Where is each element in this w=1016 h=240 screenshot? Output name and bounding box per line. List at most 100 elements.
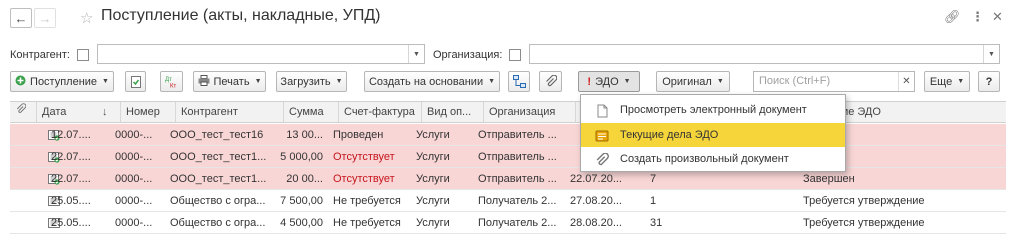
cell-sum: 4 500,00 bbox=[280, 217, 323, 229]
cell-op-type: Услуги bbox=[416, 217, 450, 229]
paperclip-icon bbox=[16, 103, 27, 113]
post-document-button[interactable] bbox=[125, 71, 146, 92]
receipt-button[interactable]: Поступление ▼ bbox=[10, 71, 114, 92]
structure-icon bbox=[512, 75, 526, 88]
cell-sum: 20 00... bbox=[286, 173, 323, 185]
chevron-down-icon[interactable]: ▼ bbox=[408, 45, 424, 63]
counterparty-field[interactable]: ▼ bbox=[97, 44, 425, 64]
original-button[interactable]: Оригинал ▼ bbox=[656, 71, 730, 92]
cell-sum: 5 000,00 bbox=[280, 151, 323, 163]
link-icon[interactable]: 🔗︎ bbox=[944, 9, 961, 25]
star-icon[interactable]: ☆ bbox=[80, 9, 93, 27]
cell-counterparty: ООО_тест_тест1... bbox=[170, 151, 267, 163]
dt-kt-button[interactable]: Дт Кт bbox=[160, 71, 183, 92]
column-counterparty[interactable]: Контрагент bbox=[175, 102, 283, 122]
chevron-down-icon: ▼ bbox=[623, 78, 631, 85]
cell-counterparty: ООО_тест_тест16 bbox=[170, 129, 264, 141]
edo-dropdown-menu: Просмотреть электронный документ Текущие… bbox=[580, 94, 846, 172]
attach-file-button[interactable] bbox=[539, 71, 562, 92]
cell-counterparty: Общество с огра... bbox=[170, 217, 266, 229]
plus-icon bbox=[15, 75, 26, 89]
column-sum[interactable]: Сумма bbox=[283, 102, 338, 122]
cell-date: 25.05.... bbox=[51, 217, 91, 229]
cell-invoice: Не требуется bbox=[333, 195, 401, 207]
load-button[interactable]: Загрузить ▼ bbox=[276, 71, 347, 92]
edo-button[interactable]: ! ЭДО ▼ bbox=[578, 71, 640, 92]
table-row[interactable]: 25.05.... 0000-... Общество с огра... 7 500… bbox=[10, 190, 1006, 212]
cell-organization: Отправитель ... bbox=[478, 173, 557, 185]
chevron-down-icon: ▼ bbox=[102, 78, 109, 85]
printer-icon bbox=[198, 74, 210, 89]
cell-organization: Отправитель ... bbox=[478, 129, 557, 141]
cell-count: 31 bbox=[650, 217, 663, 229]
chevron-down-icon: ▼ bbox=[335, 78, 343, 85]
close-icon[interactable]: ✕ bbox=[992, 9, 1003, 25]
cell-sum: 13 00... bbox=[286, 129, 323, 141]
organization-filter-checkbox[interactable] bbox=[509, 49, 521, 61]
svg-text:Дт: Дт bbox=[165, 77, 172, 83]
vertical-dots-icon[interactable]: ⋮ bbox=[971, 9, 984, 25]
cell-edo: Требуется утверждение bbox=[803, 217, 925, 229]
table-row[interactable]: 22.07.... 0000-... ООО_тест_тест1... 5 000,… bbox=[10, 146, 1006, 168]
clear-icon[interactable]: ✕ bbox=[898, 72, 914, 91]
cell-organization: Получатель 2... bbox=[478, 217, 557, 229]
menu-item-edo-current-tasks[interactable]: Текущие дела ЭДО bbox=[581, 123, 845, 147]
table-row[interactable]: 22.07.... 0000-... ООО_тест_тест1... 20 00.… bbox=[10, 168, 1006, 190]
table-row[interactable]: 25.05.... 0000-... Общество с огра... 4 500… bbox=[10, 212, 1006, 234]
forward-button[interactable]: → bbox=[34, 8, 56, 28]
column-organization[interactable]: Организация bbox=[483, 102, 575, 122]
cell-op-type: Услуги bbox=[416, 129, 450, 141]
cell-number: 0000-... bbox=[115, 173, 153, 185]
column-attachment[interactable] bbox=[10, 102, 36, 122]
organization-field[interactable]: ▼ bbox=[529, 44, 1000, 64]
column-date[interactable]: Дата ↓ bbox=[36, 102, 120, 122]
cell-date: 12.07.... bbox=[51, 129, 91, 141]
cell-invoice: Не требуется bbox=[333, 217, 401, 229]
arrow-left-icon: ← bbox=[14, 10, 28, 26]
more-button[interactable]: Еще ▼ bbox=[924, 71, 970, 92]
table-header: Дата ↓ Номер Контрагент Сумма Счет-факту… bbox=[10, 101, 1006, 123]
counterparty-label: Контрагент: bbox=[10, 49, 70, 61]
document-icon bbox=[595, 103, 609, 118]
structure-button[interactable] bbox=[508, 71, 530, 92]
cell-op-type: Услуги bbox=[416, 151, 450, 163]
paperclip-icon bbox=[545, 75, 557, 87]
cell-date: 25.05.... bbox=[51, 195, 91, 207]
help-button[interactable]: ? bbox=[978, 71, 1000, 92]
attachment-icon bbox=[595, 152, 609, 166]
cell-date2: 27.08.20... bbox=[570, 195, 622, 207]
cell-number: 0000-... bbox=[115, 217, 153, 229]
table-row[interactable]: 12.07.... 0000-... ООО_тест_тест16 13 00...… bbox=[10, 124, 1006, 146]
organization-label: Организация: bbox=[433, 49, 503, 61]
warning-icon: ! bbox=[587, 75, 592, 88]
cell-count: 1 bbox=[650, 195, 657, 207]
cell-organization: Получатель 2... bbox=[478, 195, 557, 207]
page-title: Поступление (акты, накладные, УПД) bbox=[101, 7, 381, 24]
svg-text:Кт: Кт bbox=[170, 84, 176, 89]
chevron-down-icon[interactable]: ▼ bbox=[983, 45, 999, 63]
cell-op-type: Услуги bbox=[416, 195, 450, 207]
chevron-down-icon: ▼ bbox=[488, 78, 496, 85]
print-button[interactable]: Печать ▼ bbox=[193, 71, 266, 92]
search-input[interactable]: Поиск (Ctrl+F) ✕ bbox=[753, 71, 915, 92]
column-invoice[interactable]: Счет-фактура bbox=[338, 102, 421, 122]
chevron-down-icon: ▼ bbox=[957, 78, 965, 85]
cell-invoice: Отсутствует bbox=[333, 173, 395, 185]
cell-number: 0000-... bbox=[115, 195, 153, 207]
back-button[interactable]: ← bbox=[10, 8, 32, 28]
post-icon bbox=[130, 75, 141, 88]
cell-number: 0000-... bbox=[115, 129, 153, 141]
cell-counterparty: ООО_тест_тест1... bbox=[170, 173, 267, 185]
cell-op-type: Услуги bbox=[416, 173, 450, 185]
column-number[interactable]: Номер bbox=[120, 102, 175, 122]
column-operation-type[interactable]: Вид оп... bbox=[421, 102, 483, 122]
cell-number: 0000-... bbox=[115, 151, 153, 163]
create-based-button[interactable]: Создать на основании ▼ bbox=[364, 71, 500, 92]
menu-item-create-arbitrary-document[interactable]: Создать произвольный документ bbox=[581, 147, 845, 171]
menu-item-view-electronic-document[interactable]: Просмотреть электронный документ bbox=[581, 98, 845, 122]
cell-date: 22.07.... bbox=[51, 151, 91, 163]
cell-organization: Отправитель ... bbox=[478, 151, 557, 163]
counterparty-filter-checkbox[interactable] bbox=[77, 49, 89, 61]
dt-kt-icon: ДтКт bbox=[165, 77, 176, 89]
tasks-icon bbox=[595, 128, 609, 142]
